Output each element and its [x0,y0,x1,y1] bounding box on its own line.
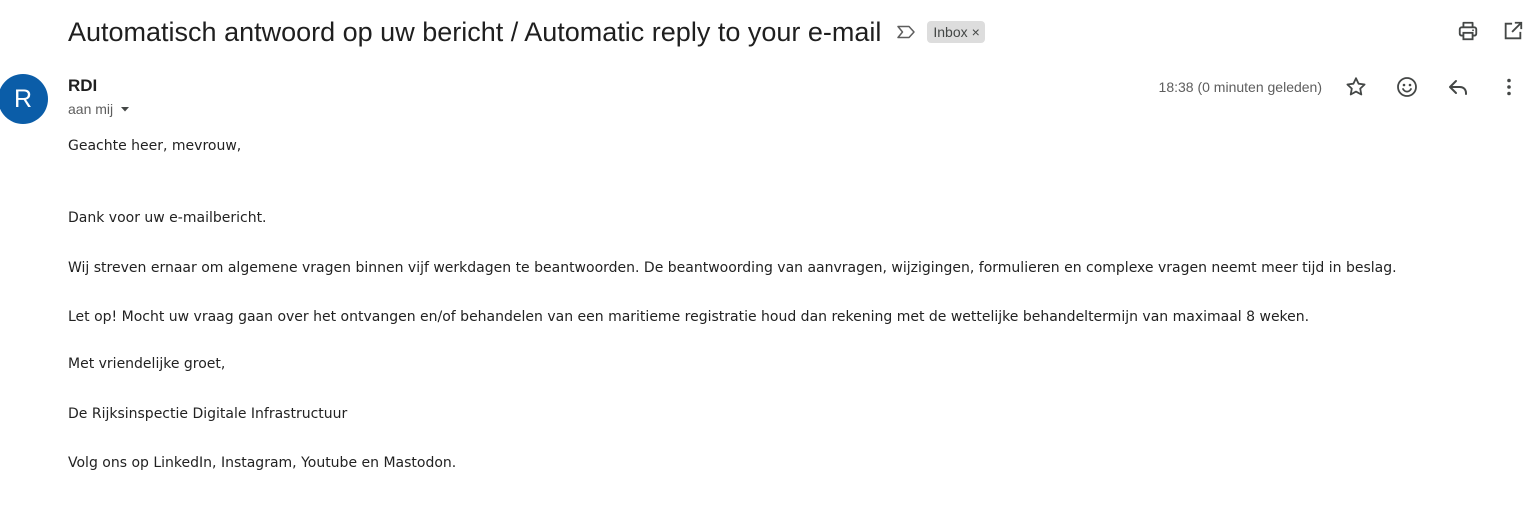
sender-name[interactable]: RDI [68,76,97,96]
body-paragraph: Wij streven ernaar om algemene vragen bi… [68,260,1397,276]
message-actions [1338,74,1526,100]
emoji-reaction-icon[interactable] [1389,74,1424,100]
body-paragraph: Let op! Mocht uw vraag gaan over het ont… [68,309,1310,325]
subject-row: Automatisch antwoord op uw bericht / Aut… [68,14,985,50]
label-chip-text: Inbox [933,24,968,40]
star-icon[interactable] [1338,74,1373,100]
open-in-new-window-icon[interactable] [1502,20,1524,42]
message-meta: 18:38 (0 minuten geleden) [1159,74,1526,100]
body-greeting: Geachte heer, mevrouw, [68,138,242,154]
body-paragraph: Dank voor uw e-mailbericht. [68,210,267,226]
recipient-label: aan mij [68,101,114,117]
sender-avatar[interactable]: R [0,74,48,124]
body-signature: De Rijksinspectie Digitale Infrastructuu… [68,406,348,422]
reply-icon[interactable] [1440,74,1475,100]
important-marker-icon[interactable] [895,21,917,43]
more-options-icon[interactable] [1491,74,1526,100]
recipient-details-toggle[interactable]: aan mij [68,101,131,117]
remove-label-icon[interactable]: × [972,25,980,39]
body-social-links: Volg ons op LinkedIn, Instagram, Youtube… [68,455,457,471]
message-timestamp: 18:38 (0 minuten geleden) [1158,79,1322,95]
thread-toolbar [1457,20,1524,42]
body-closing: Met vriendelijke groet, [68,356,226,372]
email-subject: Automatisch antwoord op uw bericht / Aut… [68,16,882,47]
print-icon[interactable] [1457,20,1479,42]
chevron-down-icon [119,103,131,115]
label-chip-inbox: Inbox × [927,21,985,43]
